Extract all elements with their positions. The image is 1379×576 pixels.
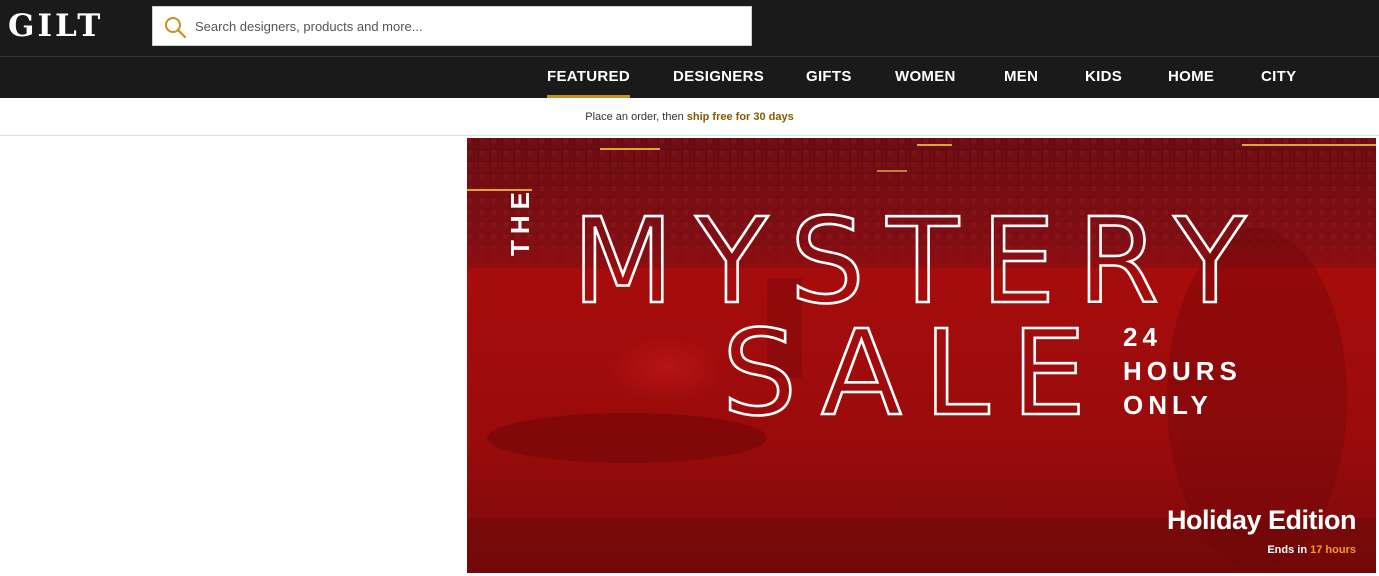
nav-item-women[interactable]: WOMEN xyxy=(895,57,956,98)
nav-item-men[interactable]: MEN xyxy=(1004,57,1038,98)
hero-hours-word: HOURS xyxy=(1123,356,1242,386)
countdown-value: 17 hours xyxy=(1310,544,1356,556)
nav-item-designers[interactable]: DESIGNERS xyxy=(673,57,764,98)
promo-text: Place an order, then xyxy=(585,111,684,123)
hero-only-word: ONLY xyxy=(1123,390,1213,420)
main-nav: FEATURED DESIGNERS GIFTS WOMEN MEN KIDS … xyxy=(0,56,1379,98)
search-icon[interactable] xyxy=(163,15,187,39)
shipping-promo-bar: Place an order, then ship free for 30 da… xyxy=(0,98,1379,136)
nav-item-home[interactable]: HOME xyxy=(1168,57,1214,98)
promo-link[interactable]: ship free for 30 days xyxy=(687,111,794,123)
hero-banner[interactable]: MYSTERY SALE THE 24 HOURS ONLY Holiday E… xyxy=(467,138,1376,573)
countdown-prefix: Ends in xyxy=(1267,544,1308,556)
nav-item-featured[interactable]: FEATURED xyxy=(547,57,630,98)
site-header: GILT xyxy=(0,0,1379,56)
nav-item-kids[interactable]: KIDS xyxy=(1085,57,1122,98)
nav-item-city[interactable]: CITY xyxy=(1261,57,1296,98)
search-input[interactable] xyxy=(195,7,745,45)
nav-item-gifts[interactable]: GIFTS xyxy=(806,57,852,98)
search-box[interactable] xyxy=(152,6,752,46)
hero-the-label: THE xyxy=(505,186,535,256)
hero-duration: 24 HOURS ONLY xyxy=(1123,320,1242,422)
hero-title-line2: SALE xyxy=(722,304,1108,442)
hero-edition-title: Holiday Edition xyxy=(1166,505,1357,535)
gilt-logo[interactable]: GILT xyxy=(8,6,103,46)
hero-hours-number: 24 xyxy=(1123,322,1162,352)
hero-countdown: Ends in 17 hours xyxy=(1057,544,1356,556)
